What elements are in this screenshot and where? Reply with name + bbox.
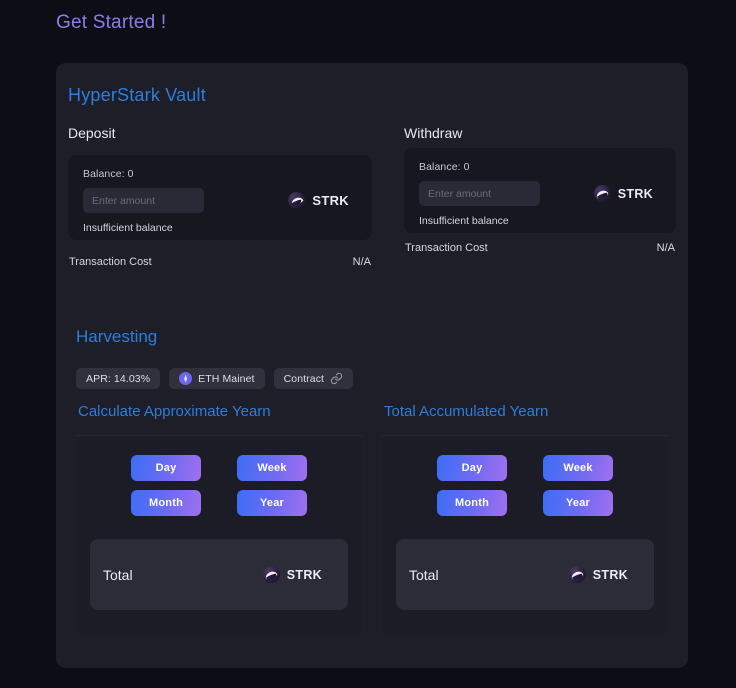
eth-icon	[179, 372, 193, 385]
link-icon	[330, 372, 343, 385]
withdraw-token-label: STRK	[617, 186, 653, 201]
network-pill[interactable]: ETH Mainet	[169, 368, 265, 389]
deposit-column: Deposit Balance: 0 STRK Insufficient bal…	[68, 125, 372, 268]
deposit-balance-label: Balance: 0	[83, 168, 134, 180]
calculate-period-year-button[interactable]: Year	[237, 490, 307, 516]
accumulated-total-label: Total	[409, 566, 439, 583]
withdraw-heading: Withdraw	[404, 125, 463, 141]
strk-token-icon	[593, 185, 611, 202]
withdraw-transaction-cost-value: N/A	[656, 242, 675, 254]
harvesting-title: Harvesting	[76, 327, 158, 346]
withdraw-amount-row: STRK	[419, 181, 661, 206]
deposit-heading: Deposit	[68, 125, 116, 141]
contract-pill[interactable]: Contract	[273, 368, 354, 389]
deposit-transaction-cost-label: Transaction Cost	[69, 256, 152, 268]
deposit-amount-input[interactable]	[83, 188, 204, 213]
strk-token-icon	[262, 566, 280, 583]
withdraw-transaction-cost-row: Transaction Cost N/A	[404, 242, 676, 254]
deposit-amount-row: STRK	[83, 188, 357, 213]
calculate-yearn-heading: Calculate Approximate Yearn	[78, 403, 271, 420]
accumulated-yearn-body: Day Week Month Year Total STRK	[382, 437, 668, 636]
accumulated-divider	[382, 435, 668, 436]
calculate-period-buttons: Day Week Month Year	[76, 437, 362, 516]
deposit-transaction-cost-row: Transaction Cost N/A	[68, 256, 372, 268]
accumulated-yearn-heading: Total Accumulated Yearn	[384, 403, 549, 420]
withdraw-card: Balance: 0 STRK Insufficient balance	[404, 148, 676, 233]
withdraw-amount-input[interactable]	[419, 181, 540, 206]
calculate-yearn-body: Day Week Month Year Total STRK	[76, 437, 362, 636]
apr-label: APR: 14.03%	[86, 372, 151, 385]
accumulated-yearn-section: Total Accumulated Yearn Day Week Month Y…	[372, 403, 678, 636]
accumulated-total-box: Total STRK	[396, 539, 654, 610]
accumulated-total-token-chip: STRK	[568, 566, 628, 583]
accumulated-period-month-button[interactable]: Month	[437, 490, 507, 516]
accumulated-period-year-button[interactable]: Year	[543, 490, 613, 516]
apr-pill: APR: 14.03%	[76, 368, 161, 389]
page-title: Get Started !	[56, 12, 167, 33]
withdraw-transaction-cost-label: Transaction Cost	[405, 242, 488, 254]
withdraw-balance-label: Balance: 0	[419, 161, 470, 173]
calculate-total-token-chip: STRK	[262, 566, 322, 583]
calculate-total-token-label: STRK	[286, 567, 322, 582]
calculate-period-week-button[interactable]: Week	[237, 455, 307, 481]
yearn-columns: Calculate Approximate Yearn Day Week Mon…	[66, 403, 678, 636]
accumulated-period-day-button[interactable]: Day	[437, 455, 507, 481]
deposit-error-message: Insufficient balance	[83, 222, 173, 234]
contract-label: Contract	[283, 372, 325, 385]
harvesting-pill-row: APR: 14.03% ETH Mainet Contract	[76, 368, 354, 389]
withdraw-column: Withdraw Balance: 0 STRK Insufficient ba…	[372, 125, 676, 268]
vault-columns: Deposit Balance: 0 STRK Insufficient bal…	[68, 125, 676, 268]
deposit-token-chip[interactable]: STRK	[288, 192, 349, 209]
calculate-divider	[76, 435, 362, 436]
deposit-card: Balance: 0 STRK Insufficient balance	[68, 155, 372, 240]
calculate-period-month-button[interactable]: Month	[131, 490, 201, 516]
calculate-total-label: Total	[103, 566, 133, 583]
calculate-yearn-section: Calculate Approximate Yearn Day Week Mon…	[66, 403, 372, 636]
deposit-transaction-cost-value: N/A	[352, 256, 371, 268]
vault-title: HyperStark Vault	[68, 85, 206, 105]
accumulated-period-buttons: Day Week Month Year	[382, 437, 668, 516]
strk-token-icon	[288, 192, 306, 209]
deposit-token-label: STRK	[312, 193, 349, 208]
calculate-total-box: Total STRK	[90, 539, 348, 610]
withdraw-error-message: Insufficient balance	[419, 215, 509, 227]
network-label: ETH Mainet	[198, 372, 255, 385]
accumulated-period-week-button[interactable]: Week	[543, 455, 613, 481]
vault-panel: HyperStark Vault Deposit Balance: 0 STRK…	[56, 63, 688, 668]
calculate-period-day-button[interactable]: Day	[131, 455, 201, 481]
accumulated-total-token-label: STRK	[592, 567, 628, 582]
withdraw-token-chip[interactable]: STRK	[593, 185, 653, 202]
strk-token-icon	[568, 566, 586, 583]
